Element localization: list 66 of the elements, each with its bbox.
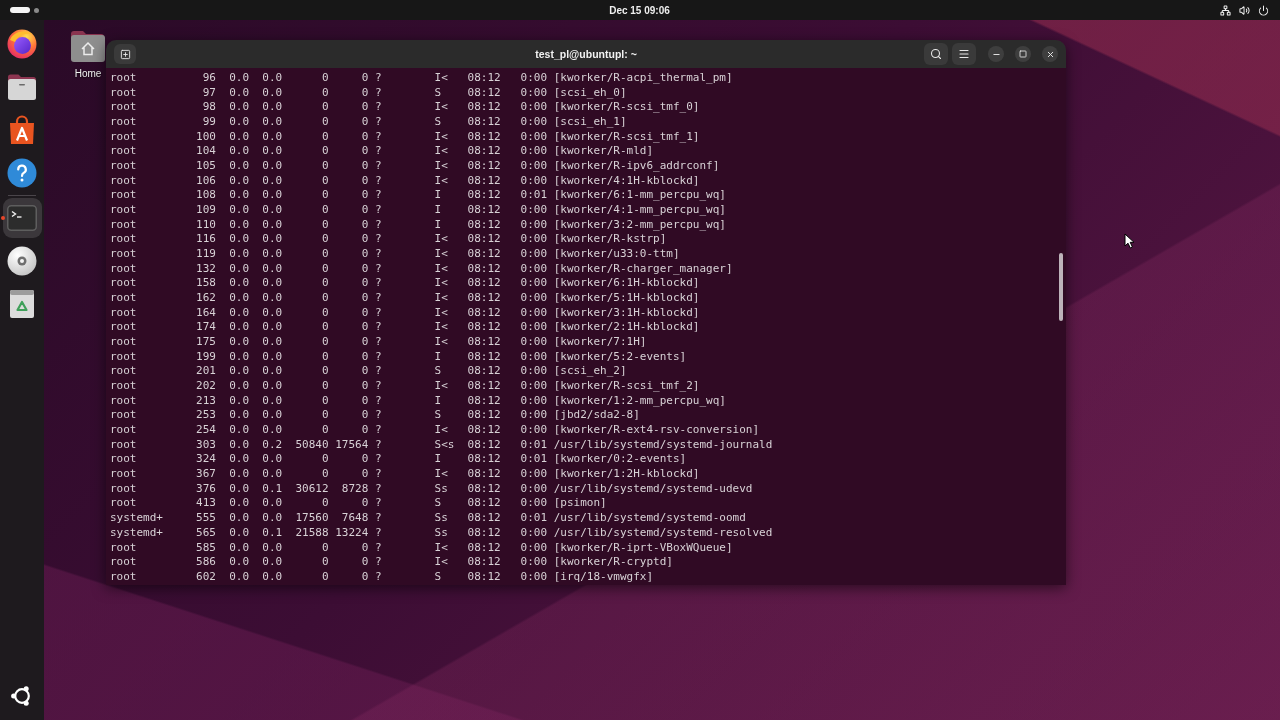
workspace-indicator[interactable] — [10, 6, 39, 14]
dot-ring-icon — [11, 685, 33, 707]
terminal-line: root 106 0.0 0.0 0 0 ? I< 08:12 0:00 [kworker/4:1H-kblockd] — [110, 173, 700, 189]
terminal-line: root 201 0.0 0.0 0 0 ? S 08:12 0:00 [scsi_eh_2] — [110, 364, 627, 380]
terminal-line: root 376 0.0 0.1 30612 8728 ? Ss 08:12 0:00 /usr/lib/systemd/systemd-udevd — [110, 481, 753, 497]
terminal-line: root 162 0.0 0.0 0 0 ? I< 08:12 0:00 [kworker/5:1H-kblockd] — [110, 291, 700, 306]
terminal-line: root 97 0.0 0.0 0 0 ? S 08:12 0:00 [scsi_eh_0] — [110, 85, 627, 101]
terminal-line: root 110 0.0 0.0 0 0 ? I 08:12 0:00 [kworker/3:2-mm_percpu_wq] — [110, 217, 726, 233]
network-icon — [1220, 4, 1231, 16]
search-button[interactable] — [924, 43, 948, 65]
terminal-line: root 96 0.0 0.0 0 0 ? I< 08:12 0:00 [kworker/R-acpi_thermal_pm] — [110, 71, 733, 86]
folder-icon — [7, 73, 37, 101]
clock[interactable]: Dec 15 09:06 — [609, 4, 670, 16]
desktop-shortcut[interactable]: Home — [68, 29, 108, 79]
globe-icon — [7, 29, 37, 59]
terminal-line: root 175 0.0 0.0 0 0 ? I< 08:12 0:00 [kworker/7:1H] — [110, 335, 647, 350]
terminal-line: root 116 0.0 0.0 0 0 ? I< 08:12 0:00 [kworker/R-kstrp] — [110, 232, 667, 248]
terminal-line: root 119 0.0 0.0 0 0 ? I< 08:12 0:00 [kworker/u33:0-ttm] — [110, 247, 680, 262]
terminal-line: root 413 0.0 0.0 0 0 ? S 08:12 0:00 [psimon] — [110, 496, 607, 512]
power-icon — [1258, 4, 1269, 16]
terminal-line: root 109 0.0 0.0 0 0 ? I 08:12 0:00 [kworker/4:1-mm_percpu_wq] — [110, 203, 726, 218]
terminal-line: root 202 0.0 0.0 0 0 ? I< 08:12 0:00 [kworker/R-scsi_tmf_2] — [110, 379, 700, 394]
terminal-line: root 199 0.0 0.0 0 0 ? I 08:12 0:00 [kworker/5:2-events] — [110, 349, 687, 365]
terminal-line: root 158 0.0 0.0 0 0 ? I< 08:12 0:00 [kworker/6:1H-kblockd] — [110, 276, 700, 292]
terminal-line: root 99 0.0 0.0 0 0 ? S 08:12 0:00 [scsi_eh_1] — [110, 115, 627, 130]
help-icon — [7, 158, 37, 188]
terminal-line: root 586 0.0 0.0 0 0 ? I< 08:12 0:00 [kworker/R-cryptd] — [110, 555, 673, 570]
minimize-button[interactable] — [988, 46, 1004, 62]
trash-icon — [9, 289, 35, 319]
terminal-line: root 100 0.0 0.0 0 0 ? I< 08:12 0:00 [kworker/R-scsi_tmf_1] — [110, 129, 700, 145]
app-grid-button[interactable] — [11, 685, 33, 707]
terminal-line: root 367 0.0 0.0 0 0 ? I< 08:12 0:00 [kworker/1:2H-kblockd] — [110, 467, 700, 482]
terminal-line: root 174 0.0 0.0 0 0 ? I< 08:12 0:00 [kworker/2:1H-kblockd] — [110, 320, 700, 336]
terminal-line: systemd+ 555 0.0 0.0 17560 7648 ? Ss 08:12 0:01 /usr/lib/systemd/systemd-oomd — [110, 511, 746, 526]
window-title: test_pl@ubuntupl: ~ — [535, 48, 637, 60]
maximize-icon — [1019, 50, 1027, 58]
search-icon — [930, 48, 942, 60]
plus-square-icon — [119, 48, 131, 60]
terminal-line: root 254 0.0 0.0 0 0 ? I< 08:12 0:00 [kworker/R-ext4-rsv-conversion] — [110, 423, 759, 438]
terminal-line: root 105 0.0 0.0 0 0 ? I< 08:12 0:00 [kworker/R-ipv6_addrconf] — [110, 159, 720, 174]
maximize-button[interactable] — [1015, 46, 1031, 62]
terminal-line: root 324 0.0 0.0 0 0 ? I 08:12 0:01 [kworker/0:2-events] — [110, 452, 687, 468]
system-status-button[interactable] — [1220, 4, 1269, 16]
terminal-line: root 164 0.0 0.0 0 0 ? I< 08:12 0:00 [kworker/3:1H-kblockd] — [110, 305, 700, 321]
terminal-line: root 253 0.0 0.0 0 0 ? S 08:12 0:00 [jbd2/sda2-8] — [110, 408, 640, 424]
terminal-line: root 108 0.0 0.0 0 0 ? I 08:12 0:01 [kworker/6:1-mm_percpu_wq] — [110, 188, 726, 204]
volume-icon — [1239, 4, 1250, 16]
shopping-bag-icon — [8, 115, 36, 145]
disc-icon — [7, 246, 37, 276]
mouse-pointer-icon — [1124, 233, 1135, 249]
terminal-line: root 602 0.0 0.0 0 0 ? S 08:12 0:00 [irq/18-vmwgfx] — [110, 569, 654, 585]
home-folder-icon — [70, 29, 106, 63]
menu-icon — [958, 48, 970, 60]
terminal-line: root 104 0.0 0.0 0 0 ? I< 08:12 0:00 [kworker/R-mld] — [110, 144, 654, 160]
terminal-icon — [7, 205, 37, 231]
terminal-line: root 132 0.0 0.0 0 0 ? I< 08:12 0:00 [kworker/R-charger_manager] — [110, 261, 733, 277]
terminal-line: root 98 0.0 0.0 0 0 ? I< 08:12 0:00 [kworker/R-scsi_tmf_0] — [110, 100, 700, 115]
scrollbar-thumb[interactable] — [1059, 253, 1063, 321]
terminal-line: systemd+ 565 0.0 0.1 21588 13224 ? Ss 08:12 0:00 /usr/lib/systemd/systemd-resolved — [110, 525, 773, 541]
new-tab-button[interactable] — [114, 44, 136, 64]
terminal-line: root 585 0.0 0.0 0 0 ? I< 08:12 0:00 [kworker/R-iprt-VBoxWQueue] — [110, 540, 733, 556]
terminal-line: root 303 0.0 0.2 50840 17564 ? S<s 08:12 0:01 /usr/lib/systemd/systemd-journald — [110, 437, 773, 453]
menu-button[interactable] — [952, 43, 976, 65]
terminal-line: root 213 0.0 0.0 0 0 ? I 08:12 0:00 [kworker/1:2-mm_percpu_wq] — [110, 393, 726, 409]
close-button[interactable] — [1042, 46, 1058, 62]
close-icon — [1045, 49, 1055, 59]
